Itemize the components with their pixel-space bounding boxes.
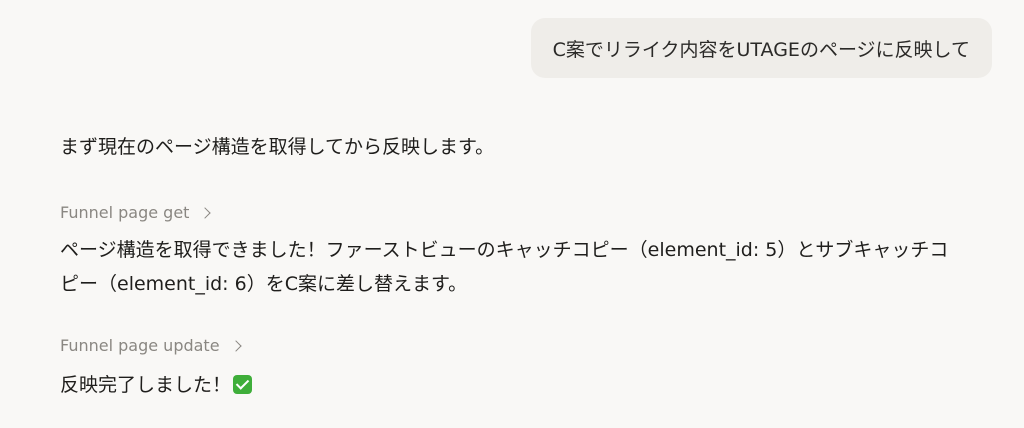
user-message-bubble: C案でリライク内容をUTAGEのページに反映して (530, 18, 992, 78)
tool-call-label: Funnel page update (60, 336, 220, 355)
tool-call-label: Funnel page get (60, 203, 190, 222)
assistant-reply-after-get: ページ構造を取得できました！ファーストビューのキャッチコピー（element_i… (60, 239, 949, 295)
chevron-right-icon (229, 340, 242, 352)
tool-call-funnel-page-get[interactable]: Funnel page get (60, 203, 212, 222)
assistant-intro-text: まず現在のページ構造を取得してから反映します。 (60, 136, 495, 158)
chat-thread: C案でリライク内容をUTAGEのページに反映して まず現在のページ構造を取得して… (0, 0, 1024, 428)
completion-text: 反映完了しました！ (60, 374, 232, 396)
check-mark-icon (233, 375, 253, 394)
user-message-text: C案でリライク内容をUTAGEのページに反映して (552, 38, 970, 61)
chevron-right-icon (199, 207, 212, 219)
tool-call-funnel-page-update[interactable]: Funnel page update (60, 336, 242, 355)
assistant-reply-after-update: 反映完了しました！ (60, 368, 253, 402)
